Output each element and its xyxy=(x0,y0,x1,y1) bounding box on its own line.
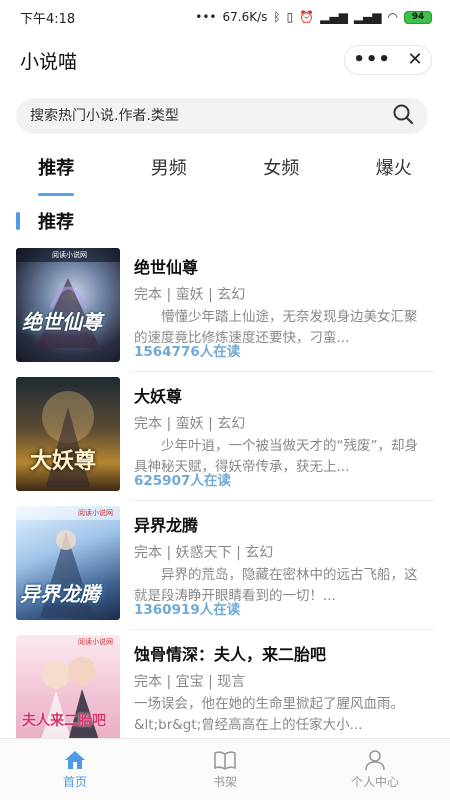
book-title: 大妖尊 xyxy=(134,387,183,406)
cover-title: 异界龙腾 xyxy=(20,582,100,606)
ellipsis-icon[interactable]: ••• xyxy=(353,51,391,69)
reader-count: 625907人在读 xyxy=(134,473,231,489)
book-item[interactable]: 阅读小说网 绝世仙尊 绝世仙尊 完本 | 蛮妖 | 玄幻 懵懂少年踏上仙途，无奈… xyxy=(16,248,434,372)
nav-bookshelf-label: 书架 xyxy=(212,775,237,789)
reader-count: 1564776人在读 xyxy=(134,344,241,360)
tab-recommend[interactable]: 推荐 xyxy=(30,150,82,196)
user-icon xyxy=(365,750,385,771)
close-icon[interactable]: ✕ xyxy=(408,51,423,69)
nav-profile[interactable]: 个人中心 xyxy=(315,739,435,800)
divider xyxy=(130,500,434,501)
home-icon xyxy=(65,751,85,769)
category-tabs: 推荐 男频 女频 爆火 xyxy=(0,150,450,196)
reader-count: 1360919人在读 xyxy=(134,602,241,618)
section-accent-bar xyxy=(16,212,20,230)
nav-profile-label: 个人中心 xyxy=(350,775,399,789)
book-item[interactable]: 阅读小说网 异界龙腾 异界龙腾 完本 | 妖惑天下 | 玄幻 异界的荒岛，隐藏在… xyxy=(16,506,434,630)
book-meta: 完本 | 蛮妖 | 玄幻 xyxy=(134,287,246,303)
vibrate-icon: ▯ xyxy=(286,10,294,24)
signal-icon-2: ▂▄▆ xyxy=(353,10,382,24)
status-icons: ••• 67.6K/s ᛒ ▯ ⏰ ▂▄▆ ▂▄▆ ◠ 94 xyxy=(195,10,432,24)
tab-male[interactable]: 男频 xyxy=(143,150,195,190)
bookshelf-icon xyxy=(214,751,236,770)
tab-female[interactable]: 女频 xyxy=(255,150,307,190)
signal-dots-icon: ••• xyxy=(195,10,217,24)
status-bar: 下午4:18 ••• 67.6K/s ᛒ ▯ ⏰ ▂▄▆ ▂▄▆ ◠ 94 xyxy=(0,0,450,34)
cover-badge: 阅读小说网 xyxy=(52,251,87,259)
cover-badge: 阅读小说网 xyxy=(78,638,113,646)
book-info: 蚀骨情深：夫人，来二胎吧 完本 | 宜宝 | 现言 一场误会，他在她的生命里掀起… xyxy=(134,635,430,738)
bottom-nav: 首页 书架 个人中心 xyxy=(0,738,450,800)
cover-badge: 阅读小说网 xyxy=(78,509,113,517)
network-speed: 67.6K/s xyxy=(222,10,268,24)
app-title: 小说喵 xyxy=(20,50,78,73)
book-title: 绝世仙尊 xyxy=(134,258,199,277)
book-cover[interactable]: 阅读小说网 绝世仙尊 xyxy=(16,248,120,362)
signal-icon: ▂▄▆ xyxy=(320,10,348,24)
cover-title: 绝世仙尊 xyxy=(22,310,102,334)
tab-hot[interactable]: 爆火 xyxy=(368,150,420,190)
alarm-icon: ⏰ xyxy=(299,10,315,24)
search-icon[interactable] xyxy=(392,103,414,129)
book-meta: 完本 | 妖惑天下 | 玄幻 xyxy=(134,545,274,561)
cover-title: 大妖尊 xyxy=(30,449,97,474)
cover-title: 夫人来二胎吧 xyxy=(22,713,106,729)
book-title: 异界龙腾 xyxy=(134,516,199,535)
nav-home-label: 首页 xyxy=(62,775,87,789)
cover-art xyxy=(16,248,120,348)
search-input[interactable] xyxy=(30,108,360,124)
book-list: 阅读小说网 绝世仙尊 绝世仙尊 完本 | 蛮妖 | 玄幻 懵懂少年踏上仙途，无奈… xyxy=(0,244,450,738)
divider xyxy=(130,629,434,630)
book-cover[interactable]: 大妖尊 xyxy=(16,377,120,491)
divider xyxy=(130,371,434,372)
bluetooth-icon: ᛒ xyxy=(273,10,281,24)
book-meta: 完本 | 宜宝 | 现言 xyxy=(134,674,246,690)
book-cover[interactable]: 阅读小说网 夫人来二胎吧 xyxy=(16,635,120,738)
book-item[interactable]: 大妖尊 大妖尊 完本 | 蛮妖 | 玄幻 少年叶逍，一个被当做天才的“残废”，却… xyxy=(16,377,434,501)
wifi-icon: ◠ xyxy=(387,10,398,24)
book-meta: 完本 | 蛮妖 | 玄幻 xyxy=(134,416,246,432)
search-bar[interactable] xyxy=(16,98,428,134)
book-cover[interactable]: 阅读小说网 异界龙腾 xyxy=(16,506,120,620)
nav-bookshelf[interactable]: 书架 xyxy=(165,739,285,800)
mini-program-capsule: ••• ✕ xyxy=(344,45,432,75)
book-title: 蚀骨情深：夫人，来二胎吧 xyxy=(134,645,327,664)
book-info: 大妖尊 完本 | 蛮妖 | 玄幻 少年叶逍，一个被当做天才的“残废”，却身具神秘… xyxy=(134,377,430,501)
status-time: 下午4:18 xyxy=(20,11,76,27)
book-info: 绝世仙尊 完本 | 蛮妖 | 玄幻 懵懂少年踏上仙途，无奈发现身边美女汇聚的速度… xyxy=(134,248,430,372)
book-item[interactable]: 阅读小说网 夫人来二胎吧 蚀骨情深：夫人，来二胎吧 完本 | 宜宝 | 现言 一… xyxy=(16,635,434,738)
battery-icon: 94 xyxy=(404,10,432,24)
section-header: 推荐 xyxy=(16,208,74,234)
title-bar: 小说喵 ••• ✕ xyxy=(0,38,450,82)
section-title: 推荐 xyxy=(38,212,74,233)
nav-home[interactable]: 首页 xyxy=(15,739,135,800)
book-info: 异界龙腾 完本 | 妖惑天下 | 玄幻 异界的荒岛，隐藏在密林中的远古飞船，这就… xyxy=(134,506,430,630)
book-description: 一场误会，他在她的生命里掀起了腥风血雨。&lt;br&gt;曾经高高在上的任家大… xyxy=(134,696,404,733)
